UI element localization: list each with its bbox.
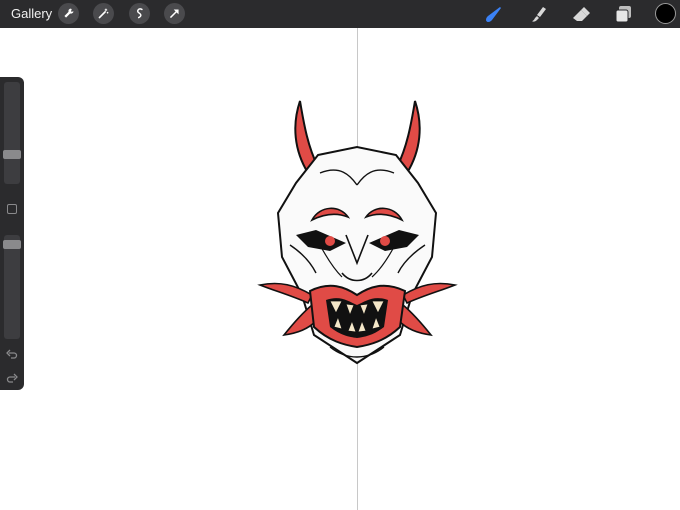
opacity-slider[interactable] — [3, 235, 21, 339]
redo-icon[interactable] — [6, 372, 18, 384]
smudge-icon[interactable] — [527, 3, 549, 25]
layers-icon[interactable] — [612, 3, 634, 25]
oni-mask-icon — [257, 100, 458, 365]
modify-button[interactable] — [7, 204, 17, 214]
wrench-icon[interactable] — [58, 3, 79, 24]
eraser-icon[interactable] — [570, 3, 592, 25]
brush-size-slider[interactable] — [3, 82, 21, 184]
top-toolbar: Gallery — [0, 0, 680, 28]
undo-icon[interactable] — [6, 348, 18, 360]
brush-icon[interactable] — [484, 3, 506, 25]
brush-size-thumb[interactable] — [3, 150, 21, 159]
magic-wand-icon[interactable] — [93, 3, 114, 24]
gallery-button[interactable]: Gallery — [11, 6, 52, 21]
opacity-thumb[interactable] — [3, 240, 21, 249]
color-swatch[interactable] — [655, 3, 676, 24]
sidebar — [0, 77, 24, 390]
transform-arrow-icon[interactable] — [164, 3, 185, 24]
selection-icon[interactable] — [129, 3, 150, 24]
